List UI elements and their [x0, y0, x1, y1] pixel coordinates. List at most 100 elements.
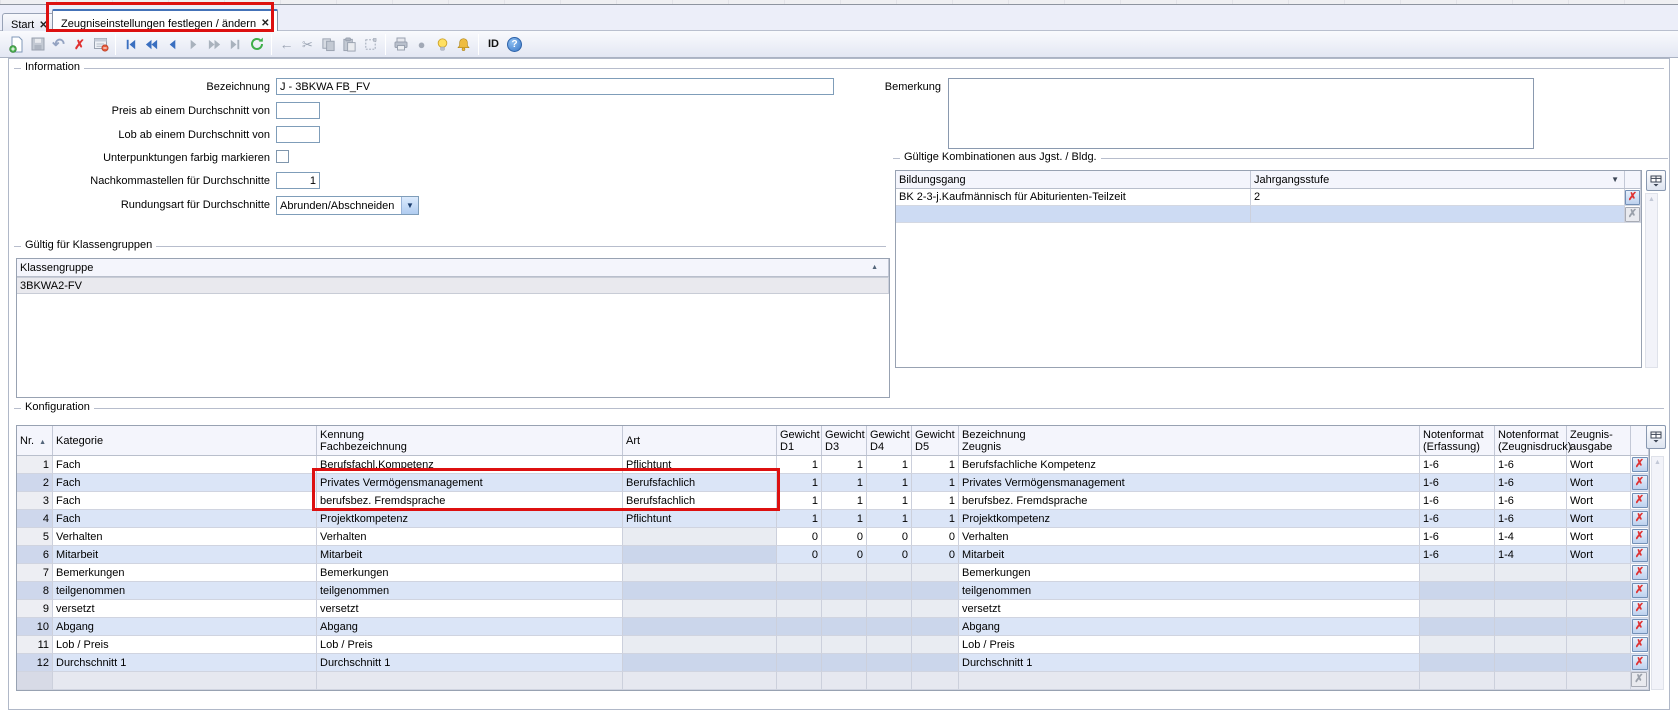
- cell-kennung[interactable]: Durchschnitt 1: [317, 654, 623, 672]
- cell-gewicht-d1[interactable]: [777, 600, 822, 618]
- cell-gewicht-d3[interactable]: 0: [822, 528, 867, 546]
- cell-notenformat-erfassung[interactable]: [1420, 654, 1495, 672]
- print-button[interactable]: [390, 34, 411, 55]
- table-row[interactable]: 11 Lob / Preis Lob / Preis Lob / Preis ✗: [17, 636, 1649, 654]
- cell-notenformat-erfassung[interactable]: 1-6: [1420, 546, 1495, 564]
- konfiguration-new-row[interactable]: ✗: [17, 672, 1649, 690]
- cell-notenformat-zeugnisdruck[interactable]: 1-4: [1495, 546, 1567, 564]
- cell-gewicht-d3[interactable]: [822, 636, 867, 654]
- cell-art[interactable]: [623, 564, 777, 582]
- cell-gewicht-d5[interactable]: [912, 654, 959, 672]
- table-row[interactable]: 4 Fach Projektkompetenz Pflichtunt 1 1 1…: [17, 510, 1649, 528]
- cell-notenformat-empty[interactable]: [1495, 672, 1567, 690]
- cell-bildungsgang[interactable]: BK 2-3-j.Kaufmännisch für Abiturienten-T…: [896, 189, 1251, 206]
- cell-kennung[interactable]: Berufsfachl.Kompetenz: [317, 456, 623, 474]
- cell-notenformat-erfassung[interactable]: [1420, 600, 1495, 618]
- cell-notenformat-zeugnisdruck[interactable]: 1-6: [1495, 492, 1567, 510]
- cell-bezeichnung-zeugnis[interactable]: Berufsfachliche Kompetenz: [959, 456, 1420, 474]
- cell-nr[interactable]: 9: [17, 600, 53, 618]
- cell-nr[interactable]: 5: [17, 528, 53, 546]
- cell-nr[interactable]: 3: [17, 492, 53, 510]
- close-icon[interactable]: ✕: [39, 20, 47, 31]
- column-header-klassengruppe[interactable]: Klassengruppe ▲: [17, 259, 889, 276]
- cell-gewicht-d5[interactable]: [912, 564, 959, 582]
- cell-nr[interactable]: 11: [17, 636, 53, 654]
- hint-button[interactable]: [432, 34, 453, 55]
- cell-gewicht-d5[interactable]: 1: [912, 492, 959, 510]
- fast-forward-button[interactable]: [204, 34, 225, 55]
- cell-gewicht-d4[interactable]: [867, 636, 912, 654]
- cell-art[interactable]: Berufsfachlich: [623, 474, 777, 492]
- delete-row-button[interactable]: ✗: [1632, 565, 1648, 580]
- cell-notenformat-erfassung[interactable]: 1-6: [1420, 528, 1495, 546]
- cell-gewicht-d4[interactable]: 1: [867, 474, 912, 492]
- cell-kennung[interactable]: Privates Vermögensmanagement: [317, 474, 623, 492]
- preis-input[interactable]: [276, 102, 320, 119]
- delete-row-button[interactable]: ✗: [1632, 529, 1648, 544]
- cell-kategorie[interactable]: Fach: [53, 456, 317, 474]
- cell-notenformat-zeugnisdruck[interactable]: [1495, 618, 1567, 636]
- cell-gewicht-d1[interactable]: [777, 564, 822, 582]
- cell-gewicht-d4[interactable]: [867, 582, 912, 600]
- cell-gewicht-d5[interactable]: [912, 582, 959, 600]
- nachkomma-input[interactable]: 1: [276, 172, 320, 189]
- cell-gewicht-d1[interactable]: 1: [777, 510, 822, 528]
- cell-zeugnisausgabe[interactable]: [1567, 654, 1631, 672]
- help-button[interactable]: ?: [504, 34, 525, 55]
- cell-zeugnisausgabe[interactable]: Wort: [1567, 492, 1631, 510]
- cell-notenformat-zeugnisdruck[interactable]: 1-6: [1495, 510, 1567, 528]
- cell-gewicht-d1[interactable]: [777, 582, 822, 600]
- cell-notenformat-erfassung[interactable]: [1420, 636, 1495, 654]
- bezeichnung-input[interactable]: J - 3BKWA FB_FV: [276, 78, 834, 95]
- cell-gewicht-d3[interactable]: [822, 654, 867, 672]
- cell-nr[interactable]: 7: [17, 564, 53, 582]
- close-icon[interactable]: ✕: [261, 18, 269, 29]
- cell-gewicht-d4[interactable]: 1: [867, 510, 912, 528]
- column-header-bezeichnung-zeugnis[interactable]: BezeichnungZeugnis: [959, 426, 1420, 455]
- cell-gewicht-d4[interactable]: [867, 600, 912, 618]
- konfiguration-scrollbar[interactable]: ▲: [1651, 456, 1664, 690]
- cell-ausgabe-empty[interactable]: [1567, 672, 1631, 690]
- cell-gewicht-d1[interactable]: 1: [777, 492, 822, 510]
- cell-gewicht-d4[interactable]: 0: [867, 528, 912, 546]
- cell-nr[interactable]: 6: [17, 546, 53, 564]
- cell-bezeichnung-zeugnis[interactable]: Abgang: [959, 618, 1420, 636]
- cell-zeugnisausgabe[interactable]: [1567, 582, 1631, 600]
- back-button[interactable]: ←: [276, 34, 297, 55]
- cut-button[interactable]: ✂: [297, 34, 318, 55]
- lob-input[interactable]: [276, 126, 320, 143]
- cell-kategorie[interactable]: Fach: [53, 474, 317, 492]
- cell-gewicht-empty[interactable]: [822, 672, 867, 690]
- cell-gewicht-d3[interactable]: [822, 600, 867, 618]
- table-row[interactable]: 1 Fach Berufsfachl.Kompetenz Pflichtunt …: [17, 456, 1649, 474]
- delete-row-button[interactable]: ✗: [1632, 457, 1648, 472]
- cell-kategorie[interactable]: Durchschnitt 1: [53, 654, 317, 672]
- cell-gewicht-d4[interactable]: 0: [867, 546, 912, 564]
- cell-gewicht-d1[interactable]: [777, 654, 822, 672]
- cell-kategorie[interactable]: Fach: [53, 492, 317, 510]
- cell-bezeichnung-zeugnis[interactable]: Lob / Preis: [959, 636, 1420, 654]
- copy-button[interactable]: [318, 34, 339, 55]
- delete-button[interactable]: ✗: [69, 34, 90, 55]
- cell-gewicht-d1[interactable]: 0: [777, 528, 822, 546]
- delete-row-button[interactable]: ✗: [1632, 655, 1648, 670]
- cell-art[interactable]: [623, 636, 777, 654]
- sort-ascending-icon[interactable]: ▲: [871, 264, 878, 271]
- cell-notenformat-zeugnisdruck[interactable]: 1-4: [1495, 528, 1567, 546]
- unterpunktungen-checkbox[interactable]: [276, 150, 289, 163]
- cell-gewicht-d3[interactable]: 1: [822, 492, 867, 510]
- cell-bezeichnung-zeugnis[interactable]: Bemerkungen: [959, 564, 1420, 582]
- cell-bildungsgang-empty[interactable]: [896, 206, 1251, 223]
- cell-art[interactable]: [623, 600, 777, 618]
- cell-kategorie[interactable]: Verhalten: [53, 528, 317, 546]
- paste-button[interactable]: [339, 34, 360, 55]
- table-row[interactable]: 5 Verhalten Verhalten 0 0 0 0 Verhalten …: [17, 528, 1649, 546]
- delete-row-button[interactable]: ✗: [1632, 619, 1648, 634]
- table-row[interactable]: 2 Fach Privates Vermögensmanagement Beru…: [17, 474, 1649, 492]
- undo-button[interactable]: ↶: [48, 34, 69, 55]
- cell-gewicht-d1[interactable]: 1: [777, 474, 822, 492]
- column-header-kennung[interactable]: KennungFachbezeichnung: [317, 426, 623, 455]
- scroll-up-icon[interactable]: ▲: [1652, 457, 1663, 466]
- cell-kategorie[interactable]: teilgenommen: [53, 582, 317, 600]
- cell-zeugnisausgabe[interactable]: Wort: [1567, 528, 1631, 546]
